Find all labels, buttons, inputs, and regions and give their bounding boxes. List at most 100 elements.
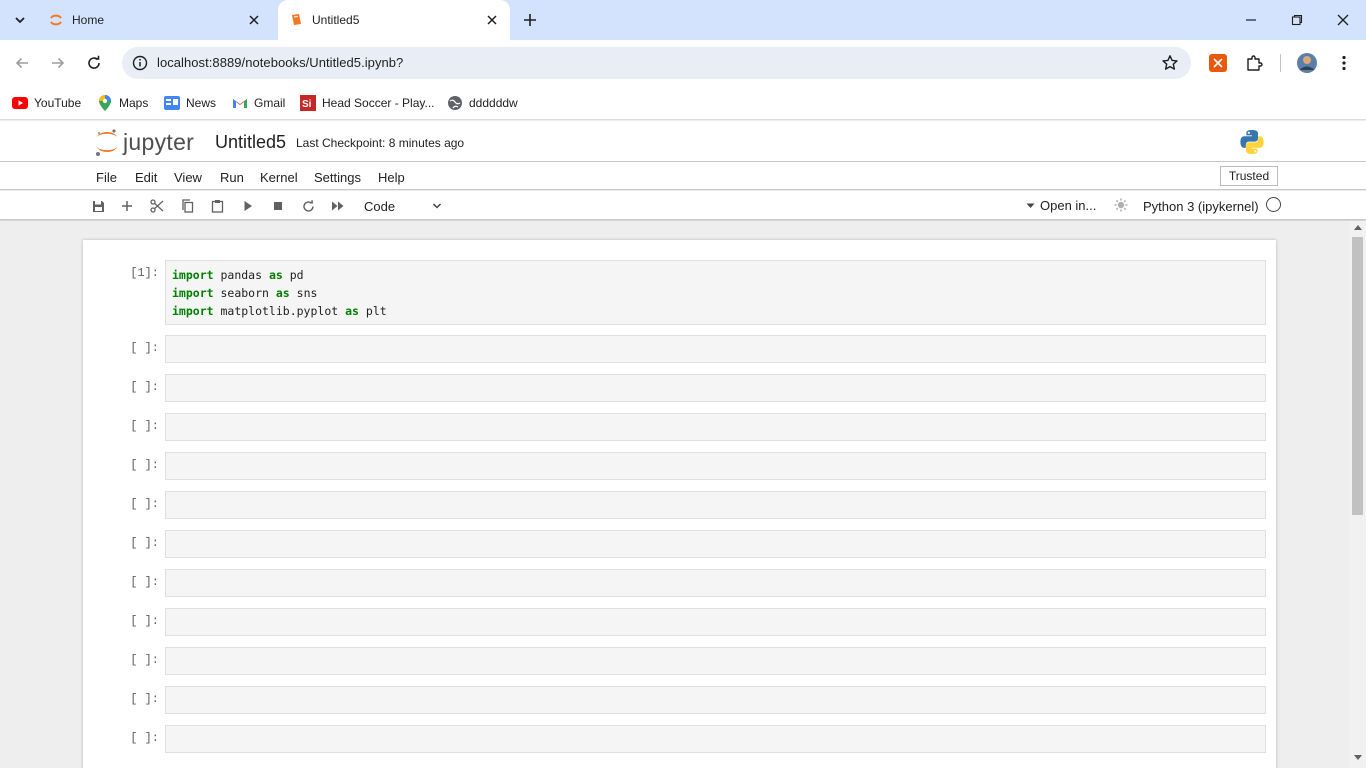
bookmark-label: Gmail [254,96,286,110]
tab-home[interactable]: Home [38,0,272,40]
code-line: import seaborn as sns [172,286,318,300]
kernel-name[interactable]: Python 3 (ipykernel) [1143,199,1259,214]
jupyter-logo-icon [96,129,117,156]
chevron-down-icon [432,203,442,209]
notebook-toolbar: Code Open in... Python 3 (ipykernel) [0,191,1366,220]
code-editor[interactable] [165,530,1266,558]
extensions-menu-button[interactable] [1240,49,1268,77]
scissors-icon [150,199,164,213]
jupyter-logo[interactable]: jupyter [95,127,194,157]
bookmark-label: News [186,96,217,110]
code-editor[interactable] [165,725,1266,753]
code-editor[interactable] [165,647,1266,675]
cut-button[interactable] [148,197,166,215]
cell-type-dropdown[interactable]: Code [358,196,446,216]
scrollbar-thumb[interactable] [1352,237,1363,515]
avatar [1297,53,1317,73]
bookmark-news[interactable]: News [164,92,216,114]
reload-button[interactable] [80,49,108,77]
close-icon[interactable] [246,12,262,28]
code-editor[interactable] [165,686,1266,714]
code-line: import matplotlib.pyplot as plt [172,304,387,318]
scroll-down-arrow-icon[interactable] [1354,755,1362,760]
menu-run[interactable]: Run [220,170,244,185]
scroll-up-arrow-icon[interactable] [1354,225,1362,230]
minimize-button[interactable] [1228,0,1274,40]
forward-button[interactable] [44,49,72,77]
menu-file[interactable]: File [96,170,117,185]
restore-icon [1291,14,1303,26]
plus-icon [524,14,536,26]
cell-prompt: [ ]: [130,614,159,628]
code-editor[interactable] [165,335,1266,363]
address-bar[interactable]: localhost:8889/notebooks/Untitled5.ipynb… [122,47,1191,79]
caret-down-icon [1026,203,1035,208]
maps-icon [97,95,113,111]
python-logo-icon [1240,130,1264,154]
extension-app-icon [1209,54,1227,72]
restart-button[interactable] [299,197,317,215]
cell-prompt: [ ]: [130,536,159,550]
bookmark-youtube[interactable]: YouTube [12,92,81,114]
back-button[interactable] [8,49,36,77]
menu-help[interactable]: Help [378,170,405,185]
interrupt-button[interactable] [269,197,287,215]
vertical-scrollbar[interactable] [1350,221,1366,768]
minimize-icon [1246,19,1256,21]
globe-icon [447,95,463,111]
open-in-button[interactable]: Open in... [1026,198,1096,213]
info-icon[interactable] [132,55,148,71]
more-vertical-icon [1342,55,1346,71]
bookmark-gmail[interactable]: Gmail [232,92,285,114]
copy-button[interactable] [178,197,196,215]
gmail-icon [232,95,248,111]
notebook-favicon [288,12,304,28]
cell-prompt: [ ]: [130,380,159,394]
restore-button[interactable] [1274,0,1320,40]
new-tab-button[interactable] [518,8,542,32]
close-window-button[interactable] [1320,0,1366,40]
code-editor[interactable] [165,491,1266,519]
save-button[interactable] [89,197,107,215]
bookmark-maps[interactable]: Maps [97,92,148,114]
close-icon [1337,14,1349,26]
insert-cell-button[interactable] [118,197,136,215]
menu-kernel[interactable]: Kernel [260,170,298,185]
menu-view[interactable]: View [174,170,202,185]
jupyter-header: jupyter Untitled5 Last Checkpoint: 8 min… [0,121,1366,162]
paste-button[interactable] [208,197,226,215]
profile-button[interactable] [1293,49,1321,77]
restart-icon [302,199,314,212]
trusted-indicator[interactable]: Trusted [1220,166,1278,186]
restart-run-all-button[interactable] [329,197,347,215]
menu-settings[interactable]: Settings [314,170,361,185]
bookmark-ddddddw[interactable]: ddddddw [447,92,518,114]
arrow-right-icon [52,57,65,69]
bookmark-head-soccer[interactable]: Si Head Soccer - Play... [300,92,435,114]
code-editor[interactable]: import pandas as pd import seaborn as sn… [165,260,1266,325]
run-button[interactable] [239,197,257,215]
code-editor[interactable] [165,374,1266,402]
tab-untitled5[interactable]: Untitled5 [278,0,510,40]
jupyter-favicon [48,12,64,28]
cell-prompt: [ ]: [130,497,159,511]
code-editor[interactable] [165,452,1266,480]
bookmark-star-icon[interactable] [1161,54,1179,72]
tab-title: Home [72,13,105,27]
browser-tab-strip: Home Untitled5 [0,0,1366,40]
menu-edit[interactable]: Edit [135,170,157,185]
browser-menu-button[interactable] [1330,49,1358,77]
notebook-title[interactable]: Untitled5 [215,132,286,153]
bookmark-label: Maps [119,96,149,110]
tab-search-button[interactable] [8,8,32,32]
bookmark-label: YouTube [34,96,82,110]
extension-button[interactable] [1204,49,1232,77]
url-text[interactable]: localhost:8889/notebooks/Untitled5.ipynb… [157,55,403,70]
code-editor[interactable] [165,413,1266,441]
reload-icon [88,55,100,69]
cell-prompt: [ ]: [130,731,159,745]
close-icon[interactable] [484,12,500,28]
stop-icon [274,202,282,210]
code-editor[interactable] [165,608,1266,636]
code-editor[interactable] [165,569,1266,597]
